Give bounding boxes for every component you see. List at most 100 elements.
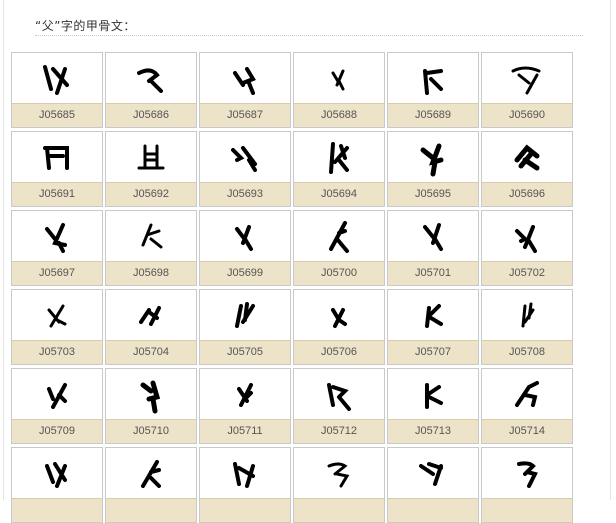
glyph-card[interactable]: J05705 [199,289,291,365]
glyph-card[interactable]: J05709 [11,368,103,444]
glyph-code: J05705 [200,340,290,364]
oracle-glyph-image [12,53,102,104]
glyph-code: J05685 [12,103,102,127]
glyph-card[interactable]: J05698 [105,210,197,286]
glyph-code: J05710 [106,419,196,443]
grid-row [11,447,573,523]
glyph-code: J05693 [200,182,290,206]
glyph-card[interactable]: J05688 [293,52,385,128]
grid-row: J05709 J05710 J05711 J05712 J05713 J0571… [11,368,573,444]
glyph-card[interactable]: J05700 [293,210,385,286]
glyph-card[interactable]: J05708 [481,289,573,365]
oracle-glyph-image [106,132,196,183]
glyph-card[interactable]: J05690 [481,52,573,128]
glyph-card[interactable]: J05694 [293,131,385,207]
glyph-card[interactable]: J05706 [293,289,385,365]
oracle-glyph-image [12,448,102,499]
heading-divider [35,35,583,36]
glyph-code [106,498,196,522]
oracle-glyph-image [12,211,102,262]
glyph-card[interactable]: J05691 [11,131,103,207]
oracle-glyph-image [200,448,290,499]
glyph-code: J05714 [482,419,572,443]
glyph-code: J05713 [388,419,478,443]
glyph-card[interactable]: J05711 [199,368,291,444]
glyph-card[interactable] [199,447,291,523]
glyph-card[interactable]: J05699 [199,210,291,286]
oracle-glyph-image [388,448,478,499]
oracle-glyph-image [294,369,384,420]
oracle-glyph-image [106,211,196,262]
glyph-code: J05711 [200,419,290,443]
oracle-glyph-image [200,369,290,420]
oracle-glyph-image [482,369,572,420]
oracle-glyph-image [388,132,478,183]
glyph-code: J05686 [106,103,196,127]
glyph-code: J05689 [388,103,478,127]
glyph-card[interactable]: J05697 [11,210,103,286]
glyph-card[interactable] [481,447,573,523]
glyph-card[interactable]: J05692 [105,131,197,207]
glyph-code: J05712 [294,419,384,443]
glyph-code [482,498,572,522]
glyph-code: J05688 [294,103,384,127]
glyph-code [294,498,384,522]
oracle-glyph-image [200,53,290,104]
oracle-glyph-image [482,132,572,183]
oracle-glyph-image [294,132,384,183]
glyph-card[interactable] [387,447,479,523]
glyph-code: J05690 [482,103,572,127]
oracle-glyph-image [200,211,290,262]
oracle-glyph-image [482,211,572,262]
grid-row: J05691 J05692 J05693 J05694 J05695 J0569… [11,131,573,207]
oracle-glyph-image [12,290,102,341]
glyph-code: J05707 [388,340,478,364]
glyph-code: J05687 [200,103,290,127]
glyph-card[interactable]: J05702 [481,210,573,286]
glyph-code: J05697 [12,261,102,285]
oracle-glyph-image [294,290,384,341]
grid-row: J05685 J05686 J05687 J05688 J05689 J0569… [11,52,573,128]
glyph-card[interactable]: J05712 [293,368,385,444]
glyph-card[interactable]: J05693 [199,131,291,207]
oracle-glyph-image [482,53,572,104]
grid-row: J05703 J05704 J05705 J05706 J05707 J0570… [11,289,573,365]
glyph-card[interactable]: J05689 [387,52,479,128]
glyph-code: J05708 [482,340,572,364]
glyph-code: J05695 [388,182,478,206]
glyph-code: J05699 [200,261,290,285]
oracle-glyph-image [388,290,478,341]
oracle-glyph-image [388,53,478,104]
glyph-code: J05701 [388,261,478,285]
glyph-card[interactable]: J05686 [105,52,197,128]
glyph-code: J05698 [106,261,196,285]
section-heading: “父”字的甲骨文： [35,19,136,33]
glyph-card[interactable]: J05685 [11,52,103,128]
glyph-card[interactable]: J05703 [11,289,103,365]
glyph-card[interactable] [293,447,385,523]
glyph-card[interactable]: J05704 [105,289,197,365]
glyph-code: J05706 [294,340,384,364]
glyph-card[interactable] [105,447,197,523]
glyph-card[interactable]: J05687 [199,52,291,128]
glyph-card[interactable] [11,447,103,523]
glyph-code: J05703 [12,340,102,364]
glyph-card[interactable]: J05695 [387,131,479,207]
glyph-code: J05704 [106,340,196,364]
glyph-card[interactable]: J05701 [387,210,479,286]
oracle-glyph-image [12,369,102,420]
glyph-card[interactable]: J05714 [481,368,573,444]
oracle-glyph-image [482,290,572,341]
glyph-code: J05700 [294,261,384,285]
glyph-card[interactable]: J05696 [481,131,573,207]
glyph-code: J05709 [12,419,102,443]
glyph-card[interactable]: J05710 [105,368,197,444]
glyph-code: J05702 [482,261,572,285]
oracle-glyph-image [294,448,384,499]
glyph-card[interactable]: J05707 [387,289,479,365]
oracle-glyph-image [200,290,290,341]
oracle-glyph-image [200,132,290,183]
grid-row: J05697 J05698 J05699 J05700 J05701 J0570… [11,210,573,286]
oracle-glyph-image [482,448,572,499]
glyph-card[interactable]: J05713 [387,368,479,444]
